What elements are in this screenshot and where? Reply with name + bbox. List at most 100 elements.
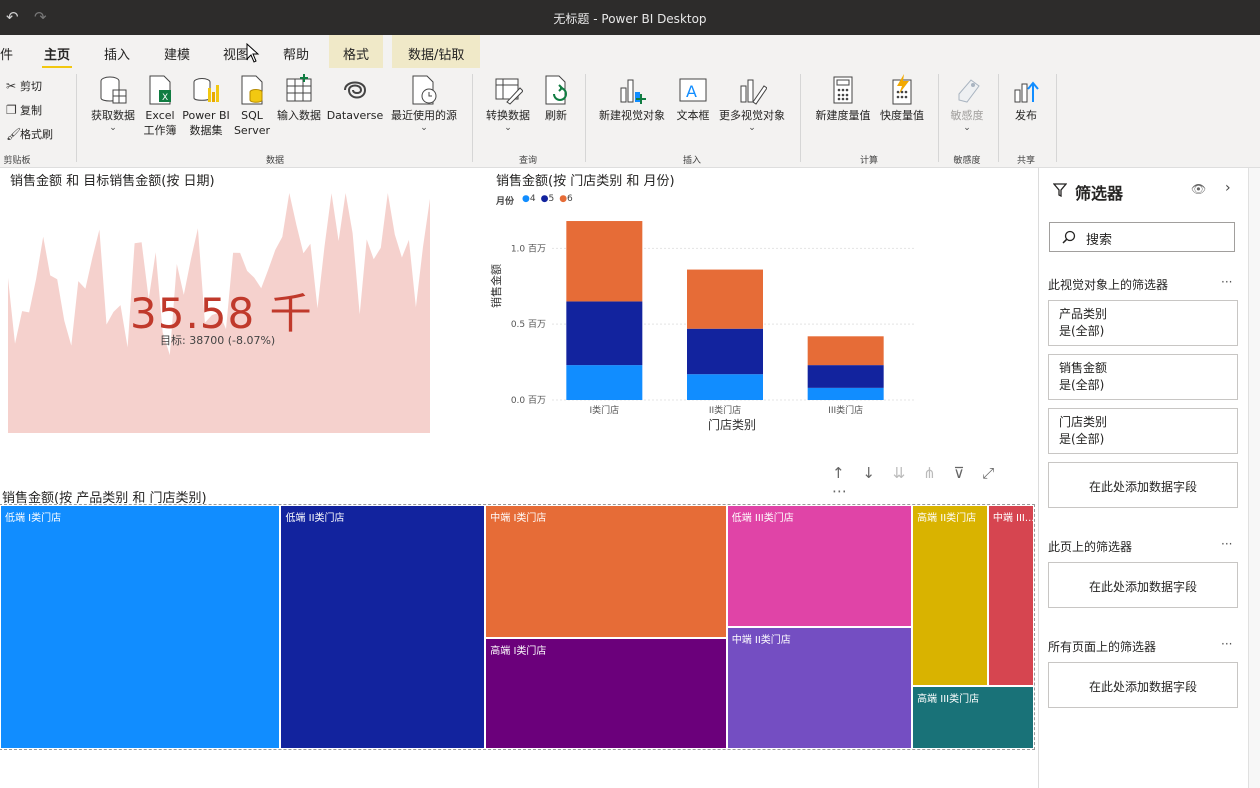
bar-segment[interactable] xyxy=(807,387,884,400)
treemap-cell[interactable]: 中端 II类门店 xyxy=(726,627,913,749)
tab-file[interactable]: 件 xyxy=(0,44,13,63)
filter-card-store-category[interactable]: 门店类别 是(全部) xyxy=(1048,408,1238,454)
sql-server-icon xyxy=(241,75,263,105)
bar-segment[interactable] xyxy=(687,269,763,329)
bar-segment[interactable] xyxy=(566,301,643,366)
brush-icon: 🖌 xyxy=(6,127,22,141)
drill-down-icon[interactable]: ↓ xyxy=(862,464,875,482)
dataverse-button[interactable]: Dataverse xyxy=(326,74,384,123)
sensitivity-button[interactable]: 敏感度 ⌄ xyxy=(944,74,990,133)
format-painter-button[interactable]: 🖌格式刷 xyxy=(6,126,53,142)
more-options-icon[interactable]: ⋯ xyxy=(832,482,847,500)
mouse-cursor-icon xyxy=(246,43,260,63)
tab-modeling[interactable]: 建模 xyxy=(164,44,190,63)
publish-button[interactable]: 发布 xyxy=(1006,74,1046,123)
excel-workbook-button[interactable]: X Excel 工作簿 xyxy=(140,74,180,138)
group-query-label: 查询 xyxy=(518,156,537,166)
get-data-button[interactable]: 获取数据 ⌄ xyxy=(86,74,140,133)
ribbon-separator xyxy=(585,74,586,162)
calculator-icon xyxy=(833,76,853,104)
tab-insert[interactable]: 插入 xyxy=(104,44,130,63)
treemap-cell[interactable]: 高端 III类门店 xyxy=(912,685,1034,749)
filters-search-input[interactable]: 搜索 xyxy=(1049,222,1235,252)
tab-data-drill[interactable]: 数据/钻取 xyxy=(392,35,481,68)
legend-item[interactable]: ●5 xyxy=(541,194,555,204)
copy-button[interactable]: ❐ 复制 xyxy=(6,102,42,118)
filter-card-product-category[interactable]: 产品类别 是(全部) xyxy=(1048,300,1238,346)
more-options-icon[interactable]: ··· xyxy=(1221,637,1232,651)
report-canvas[interactable]: 销售金额 和 目标销售金额(按 日期) 35.58 千 目标: 38700 (-… xyxy=(0,168,1038,788)
more-visuals-icon xyxy=(740,79,767,105)
bar-segment[interactable] xyxy=(566,365,643,400)
tab-format[interactable]: 格式 xyxy=(329,35,384,68)
visual-header: ↑ ↓ ⇊ ⋔ ⊽ ⤢ ⋯ xyxy=(832,464,1038,500)
legend-item[interactable]: ●4 xyxy=(522,194,536,204)
treemap-cell[interactable]: 中端 III... xyxy=(987,505,1034,686)
ribbon-separator xyxy=(472,74,473,162)
recent-sources-button[interactable]: 最近使用的源 ⌄ xyxy=(384,74,464,133)
refresh-button[interactable]: 刷新 xyxy=(538,74,574,123)
textbox-button[interactable]: A 文本框 xyxy=(672,74,714,123)
tab-help[interactable]: 帮助 xyxy=(283,44,309,63)
title-bar: ↶ ↷ 无标题 - Power BI Desktop xyxy=(0,0,1260,35)
recent-source-icon xyxy=(412,75,437,105)
y-axis-title: 销售金额 xyxy=(490,264,503,308)
kpi-target: 目标: 38700 (-8.07%) xyxy=(160,334,276,347)
treemap-cell[interactable]: 高端 II类门店 xyxy=(912,505,988,686)
chevron-down-icon: ⌄ xyxy=(748,123,756,133)
treemap-cell-label: 高端 II类门店 xyxy=(917,513,977,524)
expand-all-icon[interactable]: ⇊ xyxy=(893,464,906,482)
eye-icon[interactable]: 👁 xyxy=(1191,182,1206,196)
treemap-cell[interactable]: 低端 I类门店 xyxy=(0,505,281,749)
treemap-cell[interactable]: 中端 I类门店 xyxy=(485,505,727,639)
legend-item[interactable]: ●6 xyxy=(559,194,573,204)
group-sensitivity-label: 敏感度 xyxy=(953,156,981,166)
window-title: 无标题 - Power BI Desktop xyxy=(553,12,707,26)
filter-funnel-icon xyxy=(1053,183,1067,197)
sql-server-button[interactable]: SQL Server xyxy=(232,74,272,138)
tab-home[interactable]: 主页 xyxy=(41,44,73,69)
expand-hierarchy-icon[interactable]: ⋔ xyxy=(923,464,936,482)
bar-chart-title: 销售金额(按 门店类别 和 月份) xyxy=(496,174,675,189)
drill-up-icon[interactable]: ↑ xyxy=(832,464,845,482)
filter-icon[interactable]: ⊽ xyxy=(953,464,964,482)
treemap-cell[interactable]: 低端 II类门店 xyxy=(280,505,486,749)
all-pages-filters-heading: 所有页面上的筛选器 xyxy=(1048,640,1157,654)
treemap-visual[interactable]: 低端 I类门店 低端 II类门店 中端 I类门店 高端 I类门店 低端 III类门店 中端… xyxy=(0,504,1035,750)
table-icon xyxy=(286,74,312,102)
enter-data-button[interactable]: 输入数据 xyxy=(272,74,326,123)
new-measure-button[interactable]: 新建度量值 xyxy=(810,74,876,123)
transform-data-button[interactable]: 转换数据 ⌄ xyxy=(478,74,538,133)
treemap-cell[interactable]: 高端 I类门店 xyxy=(485,638,727,749)
filter-card-sales-amount[interactable]: 销售金额 是(全部) xyxy=(1048,354,1238,400)
kpi-title: 销售金额 和 目标销售金额(按 日期) xyxy=(10,174,215,189)
quick-measure-button[interactable]: 快度量值 xyxy=(876,74,928,123)
add-field-all-pages-dropzone[interactable]: 在此处添加数据字段 xyxy=(1048,662,1238,708)
quick-measure-icon xyxy=(892,74,912,105)
bar-segment[interactable] xyxy=(566,221,643,302)
bar-segment[interactable] xyxy=(807,336,884,366)
more-options-icon[interactable]: ··· xyxy=(1221,275,1232,289)
more-options-icon[interactable]: ··· xyxy=(1221,537,1232,551)
bar-segment[interactable] xyxy=(687,374,763,400)
bar-segment[interactable] xyxy=(807,365,884,388)
new-visual-button[interactable]: 新建视觉对象 xyxy=(594,74,670,123)
powerbi-dataset-button[interactable]: Power BI 数据集 xyxy=(180,74,232,138)
ribbon-separator xyxy=(998,74,999,162)
add-field-visual-dropzone[interactable]: 在此处添加数据字段 xyxy=(1048,462,1238,508)
stacked-bar-chart[interactable]: 0.0 百万 0.5 百万 1.0 百万 I类门店 II类门店 III类门店 xyxy=(490,208,920,438)
collapse-pane-icon[interactable]: › xyxy=(1225,180,1231,196)
legend-title: 月份 xyxy=(496,197,515,207)
bar-segment[interactable] xyxy=(687,328,763,375)
chevron-down-icon: ⌄ xyxy=(963,123,971,133)
svg-text:X: X xyxy=(162,93,168,103)
cut-button[interactable]: ✂ 剪切 xyxy=(6,78,42,94)
treemap-cell[interactable]: 低端 III类门店 xyxy=(726,505,913,627)
visualizations-pane-edge[interactable] xyxy=(1248,168,1260,788)
refresh-icon xyxy=(545,75,567,105)
ribbon-tabs: 件 主页 插入 建模 视图 帮助 格式 数据/钻取 xyxy=(0,35,1260,69)
x-tick-label: II类门店 xyxy=(709,404,741,416)
focus-mode-icon[interactable]: ⤢ xyxy=(982,464,994,482)
more-visuals-button[interactable]: 更多视觉对象 ⌄ xyxy=(714,74,790,133)
add-field-page-dropzone[interactable]: 在此处添加数据字段 xyxy=(1048,562,1238,608)
